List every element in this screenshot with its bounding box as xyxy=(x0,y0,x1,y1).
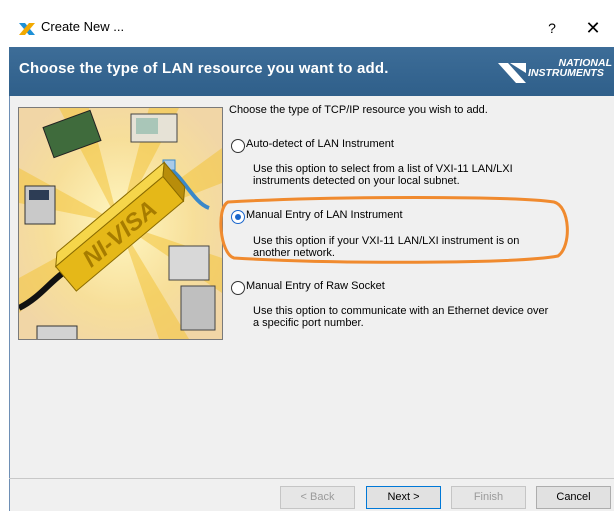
cancel-button[interactable]: Cancel xyxy=(536,486,611,509)
ni-visa-illustration: NI-VISA xyxy=(18,107,223,340)
option-description-raw-socket: Use this option to communicate with an E… xyxy=(253,305,549,329)
intro-text: Choose the type of TCP/IP resource you w… xyxy=(229,104,488,116)
close-button[interactable]: ✕ xyxy=(578,13,608,43)
option-label-auto-detect[interactable]: Auto-detect of LAN Instrument xyxy=(246,138,394,150)
option-label-raw-socket[interactable]: Manual Entry of Raw Socket xyxy=(246,280,385,292)
background-strip xyxy=(0,0,614,10)
logo-line-instruments: INSTRUMENTS xyxy=(528,67,604,79)
back-button[interactable]: < Back xyxy=(280,486,355,509)
option-description-auto-detect: Use this option to select from a list of… xyxy=(253,163,513,187)
footer-separator xyxy=(9,478,614,479)
ni-logo-text: NATIONAL INSTRUMENTS xyxy=(528,58,612,79)
window-title: Create New ... xyxy=(41,19,125,34)
radio-auto-detect[interactable] xyxy=(231,139,245,153)
instrument-meter xyxy=(24,185,56,225)
next-button[interactable]: Next > xyxy=(366,486,441,509)
radio-raw-socket[interactable] xyxy=(231,281,245,295)
page-title: Choose the type of LAN resource you want… xyxy=(19,60,389,77)
help-button[interactable]: ? xyxy=(537,13,567,43)
finish-button[interactable]: Finish xyxy=(451,486,526,509)
instrument-scope-small xyxy=(36,325,78,339)
instrument-scope xyxy=(130,113,178,143)
highlight-annotation xyxy=(214,194,574,266)
app-icon xyxy=(18,20,36,38)
